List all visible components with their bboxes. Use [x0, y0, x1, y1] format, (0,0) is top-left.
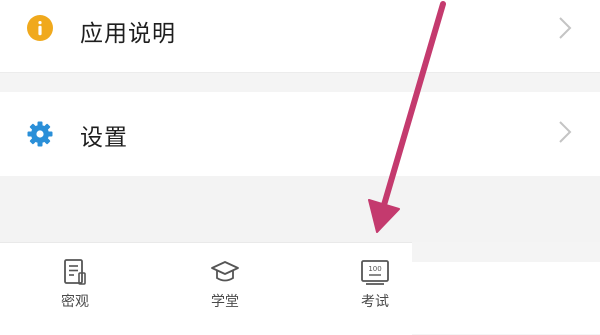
- tab-label: 密观: [61, 294, 89, 310]
- info-icon: [27, 15, 53, 41]
- menu-row-label: 应用说明: [80, 21, 176, 47]
- gear-icon: [27, 121, 53, 147]
- tab-bar-extension: [412, 262, 600, 334]
- chevron-right-icon: [559, 121, 572, 143]
- tab-label: 考试: [361, 294, 389, 310]
- bottom-tab-bar: 密观 学堂 100 考试: [0, 242, 412, 335]
- tab-miguan[interactable]: 密观: [30, 257, 120, 311]
- tab-xuetang[interactable]: 学堂: [180, 257, 270, 311]
- exam-badge-number: 100: [368, 265, 381, 273]
- exam-score-icon: 100: [361, 260, 389, 285]
- section-spacer: [0, 176, 600, 242]
- tab-kaoshi[interactable]: 100 考试: [330, 257, 420, 311]
- menu-row-app-info[interactable]: 应用说明: [0, 0, 600, 73]
- document-icon: [64, 259, 86, 285]
- graduation-cap-icon: [211, 261, 239, 282]
- chevron-right-icon: [559, 17, 572, 39]
- menu-row-settings[interactable]: 设置: [0, 92, 600, 176]
- tab-label: 学堂: [211, 294, 239, 310]
- menu-row-label: 设置: [80, 125, 128, 151]
